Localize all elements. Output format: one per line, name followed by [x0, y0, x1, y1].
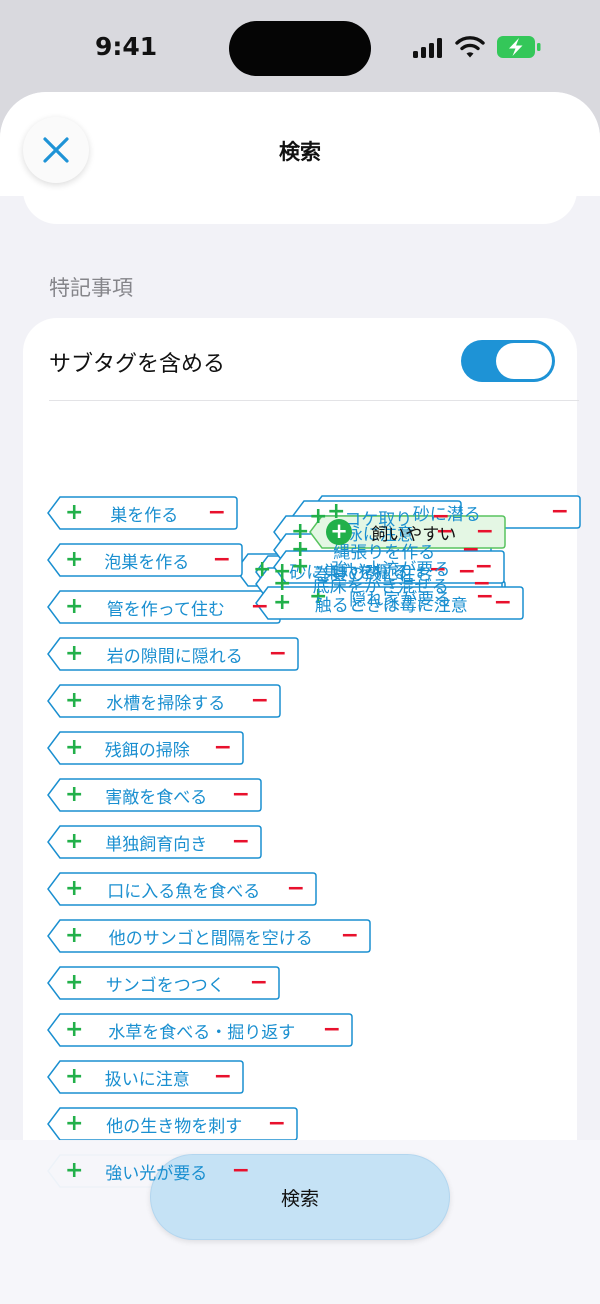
tag-chip[interactable]: + 口に入る魚を食べる − — [47, 872, 317, 906]
minus-icon[interactable]: − — [251, 686, 269, 716]
plus-icon[interactable]: + — [65, 592, 83, 622]
tag-label: 巣を作る — [110, 505, 179, 526]
minus-icon[interactable]: − — [494, 588, 512, 618]
tag-label: サンゴをつつく — [105, 975, 225, 996]
page-title: 検索 — [279, 140, 321, 164]
plus-icon[interactable]: + — [65, 545, 83, 575]
tag-chip[interactable]: + 強い水流が要る − — [273, 550, 505, 584]
tag-chip[interactable]: + 泡巣を作る − — [47, 543, 243, 577]
plus-icon[interactable]: + — [65, 780, 83, 810]
wifi-icon — [455, 36, 485, 58]
minus-icon[interactable]: − — [250, 968, 268, 998]
tag-label: 強い光が要る — [105, 1163, 208, 1184]
minus-icon[interactable]: − — [475, 552, 493, 582]
tag-label: 扱いに注意 — [104, 1069, 190, 1090]
tag-chip[interactable]: + 他のサンゴと間隔を空ける − — [47, 919, 371, 953]
tag-chip[interactable]: + 水槽を掃除する − — [47, 684, 281, 718]
tag-chip[interactable]: + 岩の隙間に隠れる − — [47, 637, 299, 671]
plus-icon[interactable]: + — [65, 1062, 83, 1092]
tag-chip[interactable]: + 強い光が要る − — [47, 1154, 262, 1188]
tag-label: 残餌の掃除 — [104, 740, 190, 761]
minus-icon[interactable]: − — [214, 1062, 232, 1092]
tag-chip[interactable]: + 触るときは毒に注意 − — [255, 586, 524, 620]
tag-chip[interactable]: + 扱いに注意 − — [47, 1060, 244, 1094]
plus-icon[interactable]: + — [65, 733, 83, 763]
tag-label: 強い水流が要る — [331, 559, 451, 580]
tag-label: 飼いやすい — [371, 524, 457, 545]
plus-icon[interactable]: + — [65, 827, 83, 857]
minus-icon[interactable]: − — [232, 827, 250, 857]
plus-icon[interactable]: + — [291, 552, 309, 582]
plus-icon[interactable]: + — [65, 1156, 83, 1186]
tag-label: 他のサンゴと間隔を空ける — [108, 928, 313, 949]
tag-label: 単独飼育向き — [105, 834, 208, 855]
dynamic-island — [229, 21, 371, 76]
tag-label: 害敵を食べる — [105, 787, 208, 808]
cellular-signal-icon — [413, 38, 442, 58]
tag-chip[interactable]: + 水草を食べる・掘り返す − — [47, 1013, 353, 1047]
minus-icon[interactable]: − — [214, 733, 232, 763]
plus-icon[interactable]: + — [253, 555, 271, 585]
plus-icon[interactable]: + — [65, 968, 83, 998]
tag-label: 水槽を掃除する — [106, 693, 226, 714]
minus-icon[interactable]: − — [251, 592, 269, 622]
status-bar: 9:41 — [0, 0, 600, 92]
plus-icon[interactable]: + — [65, 874, 83, 904]
tag-chip[interactable]: + 他の生き物を刺す − — [47, 1107, 298, 1141]
battery-charging-icon — [497, 36, 541, 58]
plus-icon[interactable]: + — [326, 519, 352, 545]
minus-icon[interactable]: − — [287, 874, 305, 904]
minus-icon[interactable]: − — [232, 780, 250, 810]
tag-label: 触るときは毒に注意 — [314, 595, 468, 616]
minus-icon[interactable]: − — [208, 498, 226, 528]
tag-chip[interactable]: + 管を作って住む − — [47, 590, 281, 624]
minus-icon[interactable]: − — [551, 497, 569, 527]
tag-chip[interactable]: + 巣を作る − — [47, 496, 238, 530]
minus-icon[interactable]: − — [213, 545, 231, 575]
tag-chip[interactable]: + 害敵を食べる − — [47, 778, 262, 812]
tag-label: 他の生き物を刺す — [106, 1116, 243, 1137]
plus-icon[interactable]: + — [65, 1015, 83, 1045]
tag-chip[interactable]: + 飼いやすい − — [309, 515, 506, 549]
tag-chip[interactable]: + 残餌の掃除 − — [47, 731, 244, 765]
plus-icon[interactable]: + — [273, 588, 291, 618]
tag-label: 口に入る魚を食べる — [107, 881, 261, 902]
tag-label: 水草を食べる・掘り返す — [108, 1022, 296, 1043]
tag-chip[interactable]: + 単独飼育向き − — [47, 825, 262, 859]
tag-chip[interactable]: + サンゴをつつく − — [47, 966, 280, 1000]
minus-icon[interactable]: − — [232, 1156, 250, 1186]
plus-icon[interactable]: + — [65, 639, 83, 669]
tag-label: 管を作って住む — [106, 599, 225, 620]
plus-icon[interactable]: + — [65, 498, 83, 528]
minus-icon[interactable]: − — [476, 517, 494, 547]
tag-label: 泡巣を作る — [104, 552, 190, 573]
status-time: 9:41 — [95, 32, 158, 61]
minus-icon[interactable]: − — [323, 1015, 341, 1045]
plus-icon[interactable]: + — [65, 1109, 83, 1139]
sheet-header: 検索 — [0, 92, 600, 196]
tag-label: 岩の隙間に隠れる — [106, 646, 243, 667]
section-title: 特記事項 — [49, 276, 133, 300]
search-sheet: 検索 特記事項 サブタグを含める + 巣を作る − + 砂に巣穴を掘る − + 泡巣を作る − +… — [0, 92, 600, 1304]
plus-icon[interactable]: + — [65, 921, 83, 951]
minus-icon[interactable]: − — [341, 921, 359, 951]
minus-icon[interactable]: − — [269, 639, 287, 669]
plus-icon[interactable]: + — [65, 686, 83, 716]
minus-icon[interactable]: − — [268, 1109, 286, 1139]
